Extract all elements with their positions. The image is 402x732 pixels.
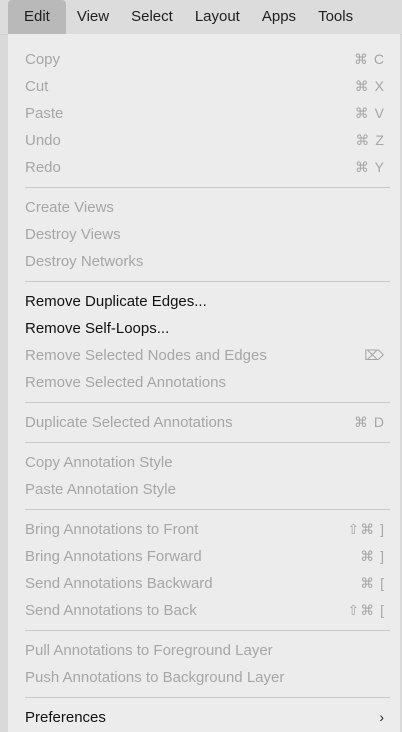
menu-item-label: Create Views: [25, 199, 114, 216]
menu-view[interactable]: View: [66, 0, 120, 34]
menu-item-label: Remove Selected Annotations: [25, 374, 226, 391]
menu-item-push-annotations-to-background-layer[interactable]: Push Annotations to Background Layer: [8, 664, 400, 691]
menu-item-shortcut: ⇧⌘ [: [347, 602, 385, 618]
menu-item-preferences[interactable]: Preferences ›: [8, 704, 400, 731]
menu-item-shortcut: ⌘ X: [354, 78, 385, 94]
menu-item-label: Undo: [25, 132, 61, 149]
menu-separator: [25, 697, 390, 698]
menu-item-label: Copy: [25, 51, 61, 68]
menu-item-label: Send Annotations Backward: [25, 575, 213, 592]
menu-item-shortcut: ⌦: [364, 347, 385, 363]
menu-item-send-annotations-to-back[interactable]: Send Annotations to Back ⇧⌘ [: [8, 597, 400, 624]
edit-menu-dropdown: Copy ⌘ C Cut ⌘ X Paste ⌘ V Undo ⌘ Z Redo ⌘ Y Creat…: [8, 34, 400, 732]
submenu-chevron-icon: ›: [379, 709, 385, 725]
menu-separator: [25, 442, 390, 443]
menu-separator: [25, 281, 390, 282]
menu-item-paste-annotation-style[interactable]: Paste Annotation Style: [8, 476, 400, 503]
menu-item-shortcut: ⌘ C: [354, 51, 385, 67]
menu-item-label: Destroy Networks: [25, 253, 144, 270]
menu-item-label: Redo: [25, 159, 61, 176]
menu-item-pull-annotations-to-foreground-layer[interactable]: Pull Annotations to Foreground Layer: [8, 637, 400, 664]
menu-item-shortcut: ⌘ Y: [355, 159, 385, 175]
menu-bar: Edit View Select Layout Apps Tools: [0, 0, 402, 35]
menu-separator: [25, 509, 390, 510]
menu-item-label: Cut: [25, 78, 49, 95]
menu-item-remove-self-loops[interactable]: Remove Self-Loops...: [8, 315, 400, 342]
menu-item-remove-selected-annotations[interactable]: Remove Selected Annotations: [8, 369, 400, 396]
menu-item-duplicate-selected-annotations[interactable]: Duplicate Selected Annotations ⌘ D: [8, 409, 400, 436]
menu-item-label: Bring Annotations Forward: [25, 548, 202, 565]
menu-item-bring-annotations-forward[interactable]: Bring Annotations Forward ⌘ ]: [8, 543, 400, 570]
menu-item-label: Push Annotations to Background Layer: [25, 669, 285, 686]
menu-item-paste[interactable]: Paste ⌘ V: [8, 100, 400, 127]
menu-edit[interactable]: Edit: [8, 0, 66, 34]
menu-item-label: Destroy Views: [25, 226, 121, 243]
menu-separator: [25, 630, 390, 631]
menu-item-label: Bring Annotations to Front: [25, 521, 199, 538]
menu-item-remove-selected-nodes-and-edges[interactable]: Remove Selected Nodes and Edges ⌦: [8, 342, 400, 369]
menu-item-send-annotations-backward[interactable]: Send Annotations Backward ⌘ [: [8, 570, 400, 597]
menu-item-destroy-networks[interactable]: Destroy Networks: [8, 248, 400, 275]
menu-item-cut[interactable]: Cut ⌘ X: [8, 73, 400, 100]
menu-item-label: Remove Selected Nodes and Edges: [25, 347, 267, 364]
menu-item-create-views[interactable]: Create Views: [8, 194, 400, 221]
menu-layout[interactable]: Layout: [184, 0, 251, 34]
menu-item-label: Remove Duplicate Edges...: [25, 293, 207, 310]
menu-item-label: Preferences: [25, 709, 106, 726]
menu-item-redo[interactable]: Redo ⌘ Y: [8, 154, 400, 181]
menu-item-shortcut: ⌘ Z: [355, 132, 385, 148]
menu-item-shortcut: ⌘ V: [354, 105, 385, 121]
menu-item-label: Pull Annotations to Foreground Layer: [25, 642, 273, 659]
menu-item-label: Paste Annotation Style: [25, 481, 176, 498]
menu-item-shortcut: ⌘ D: [354, 414, 385, 430]
menu-item-copy[interactable]: Copy ⌘ C: [8, 46, 400, 73]
menu-item-shortcut: ⌘ [: [360, 575, 385, 591]
menu-item-remove-duplicate-edges[interactable]: Remove Duplicate Edges...: [8, 288, 400, 315]
menu-item-bring-annotations-to-front[interactable]: Bring Annotations to Front ⇧⌘ ]: [8, 516, 400, 543]
menu-separator: [25, 187, 390, 188]
menu-select[interactable]: Select: [120, 0, 184, 34]
menu-item-shortcut: ⇧⌘ ]: [347, 521, 385, 537]
menu-item-label: Paste: [25, 105, 64, 122]
menu-separator: [25, 402, 390, 403]
menu-item-label: Send Annotations to Back: [25, 602, 197, 619]
menu-item-label: Duplicate Selected Annotations: [25, 414, 233, 431]
menu-item-copy-annotation-style[interactable]: Copy Annotation Style: [8, 449, 400, 476]
menu-item-label: Copy Annotation Style: [25, 454, 173, 471]
menu-item-destroy-views[interactable]: Destroy Views: [8, 221, 400, 248]
menu-item-label: Remove Self-Loops...: [25, 320, 170, 337]
menu-tools[interactable]: Tools: [307, 0, 364, 34]
menu-item-shortcut: ⌘ ]: [360, 548, 385, 564]
menu-apps[interactable]: Apps: [251, 0, 307, 34]
menu-item-undo[interactable]: Undo ⌘ Z: [8, 127, 400, 154]
